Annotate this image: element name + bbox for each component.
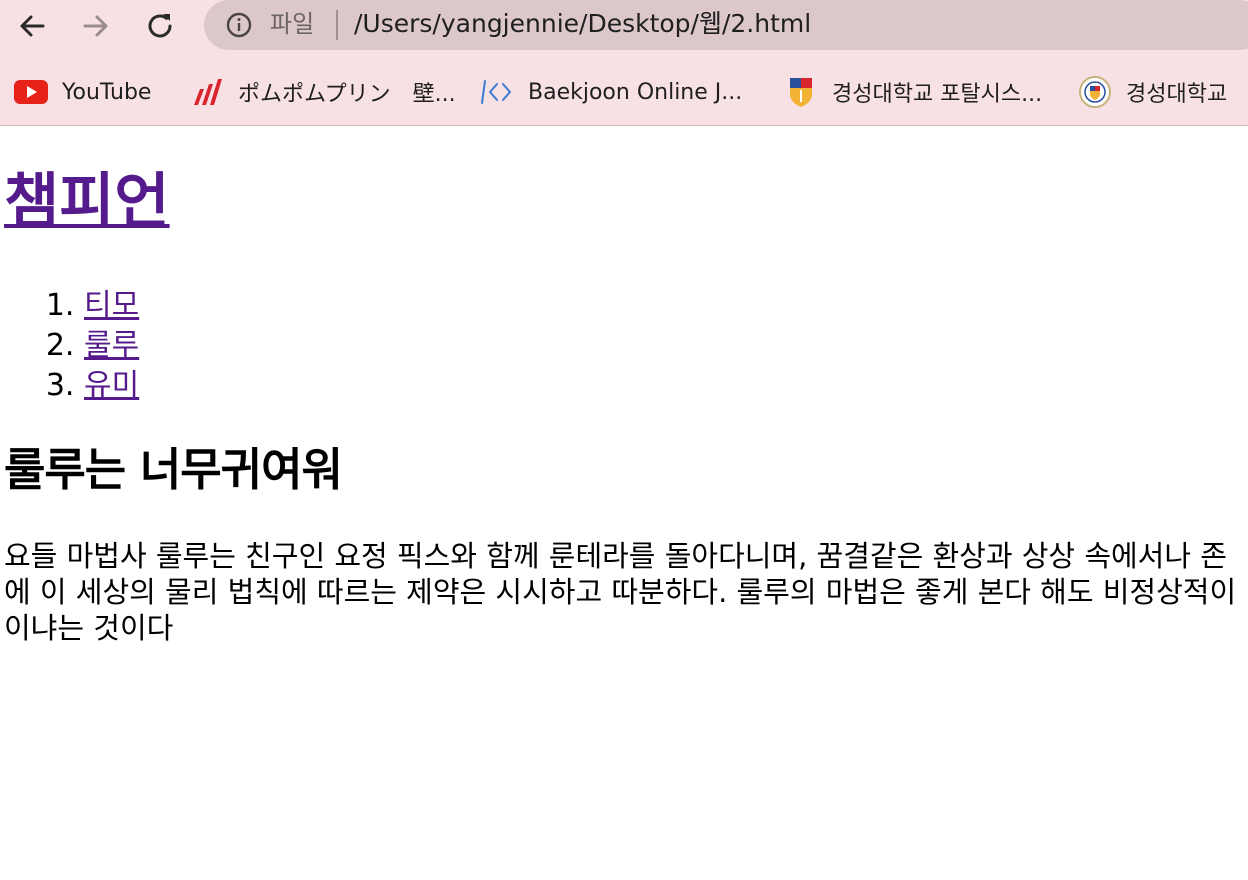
back-arrow-icon [20, 15, 45, 37]
bookmark-youtube[interactable]: YouTube [14, 74, 151, 110]
browser-chrome: 파일 /Users/yangjennie/Desktop/웹/2.html Yo… [0, 0, 1248, 126]
address-url[interactable]: /Users/yangjennie/Desktop/웹/2.html [354, 8, 811, 40]
address-bar[interactable]: 파일 /Users/yangjennie/Desktop/웹/2.html [204, 0, 1248, 50]
description-paragraph: 요들 마법사 룰루는 친구인 요정 픽스와 함께 룬테라를 돌아다니며, 꿈결같… [4, 538, 1248, 646]
address-divider [336, 10, 338, 40]
forward-button[interactable] [76, 6, 116, 46]
page-content: 챔피언 티모 룰루 유미 룰루는 너무귀여워 요들 마법사 룰루는 친구인 요정… [0, 126, 1248, 880]
bookmark-kyungsung-portal[interactable]: 경성대학교 포탈시스... [784, 74, 1042, 110]
bookmark-favicon-icon [190, 75, 224, 109]
champion-link-lulu[interactable]: 룰루 [84, 328, 139, 363]
page-title-link[interactable]: 챔피언 [4, 167, 170, 237]
champion-list: 티모 룰루 유미 [0, 286, 139, 406]
forward-arrow-icon [83, 15, 108, 37]
bookmark-baekjoon[interactable]: Baekjoon Online J... [480, 74, 742, 110]
bookmark-label: 경성대학교 포탈시스... [832, 82, 1043, 107]
back-button[interactable] [12, 6, 52, 46]
bookmarks-bar: YouTube ポムポムプリン 壁... Baekjoon Online J..… [0, 66, 1248, 118]
description-line: 요들 마법사 룰루는 친구인 요정 픽스와 함께 룬테라를 돌아다니며, 꿈결같… [4, 539, 1227, 573]
youtube-icon [14, 75, 48, 109]
list-item: 티모 [84, 286, 139, 326]
page-title: 챔피언 [4, 162, 170, 242]
list-item: 룰루 [84, 326, 139, 366]
champion-link-teemo[interactable]: 티모 [84, 288, 139, 323]
bookmark-label: YouTube [62, 79, 152, 105]
bookmark-label: ポムポムプリン 壁... [238, 82, 456, 107]
browser-toolbar: 파일 /Users/yangjennie/Desktop/웹/2.html [0, 0, 1248, 52]
description-line: 이냐는 것이다 [4, 611, 174, 645]
bookmark-pompompurin[interactable]: ポムポムプリン 壁... [190, 74, 456, 110]
university-seal-icon [1078, 75, 1112, 109]
bookmark-label: Baekjoon Online J... [528, 79, 743, 105]
reload-button[interactable] [140, 6, 180, 46]
list-item: 유미 [84, 366, 139, 406]
code-icon [480, 75, 514, 109]
reload-icon [148, 14, 172, 38]
champion-link-yuumi[interactable]: 유미 [84, 368, 139, 403]
bookmark-kyungsung[interactable]: 경성대학교 [1078, 74, 1227, 110]
info-icon[interactable] [226, 12, 252, 38]
address-scheme-label: 파일 [270, 10, 315, 38]
section-heading: 룰루는 너무귀여워 [4, 443, 343, 496]
bookmark-label: 경성대학교 [1126, 82, 1228, 107]
description-line: 에 이 세상의 물리 법칙에 따르는 제약은 시시하고 따분하다. 룰루의 마법… [4, 575, 1237, 609]
shield-logo-icon [784, 75, 818, 109]
